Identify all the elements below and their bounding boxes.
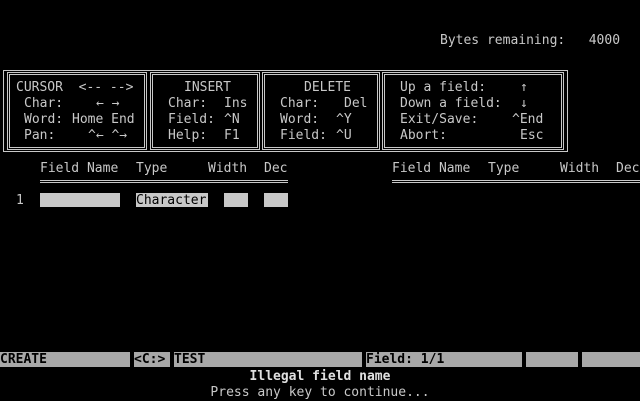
header-type: Type [136, 161, 168, 176]
menu-cursor-word-label: Word: [24, 112, 64, 127]
error-message: Illegal field name [249, 369, 391, 384]
menu-cursor-pan-label: Pan: [24, 128, 56, 143]
menu-cursor-title: CURSOR <-- --> [16, 80, 134, 95]
header-width: Width [208, 161, 248, 176]
menu-cursor-pan-value: ^← ^→ [88, 128, 128, 143]
menu-abort-value: Esc [520, 128, 544, 143]
menu-delete-word-value: ^Y [336, 112, 352, 127]
bytes-remaining: Bytes remaining: 4000 [440, 33, 620, 49]
header-width-right: Width [560, 161, 600, 176]
menu-delete-word-label: Word: [280, 112, 320, 127]
status-drive: <C:> [134, 352, 170, 367]
menu-delete-field-value: ^U [336, 128, 352, 143]
header-field-name: Field Name [40, 161, 119, 176]
menu-cursor-char-value: ← → [96, 96, 120, 111]
menu-cursor-word-value: Home End [72, 112, 135, 127]
status-indicator-2 [582, 352, 640, 367]
row-number: 1 [16, 193, 24, 208]
status-field: Field: 1/1 [366, 352, 522, 367]
header-divider-right [392, 180, 640, 183]
menu-insert-char-value: Ins [224, 96, 248, 111]
field-name-input[interactable] [40, 193, 120, 207]
field-width-input[interactable] [224, 193, 248, 207]
field-type-select[interactable]: Character [136, 193, 208, 207]
bytes-remaining-value: 4000 [588, 33, 621, 48]
menu-abort-label: Abort: [400, 128, 447, 143]
menu-up-field-label: Up a field: [400, 80, 487, 95]
menu-insert-field-value: ^N [224, 112, 240, 127]
up-arrow-icon: ↑ [520, 80, 528, 95]
menu-delete-char-value: Del [344, 96, 368, 111]
header-dec-right: Dec [616, 161, 640, 176]
status-file: TEST [174, 352, 362, 367]
bytes-remaining-label: Bytes remaining: [440, 33, 566, 48]
menu-insert-char-label: Char: [168, 96, 208, 111]
down-arrow-icon: ↓ [520, 96, 528, 111]
menu-insert-title: INSERT [184, 80, 231, 95]
header-dec: Dec [264, 161, 288, 176]
menu-exit-save-label: Exit/Save: [400, 112, 479, 127]
header-type-right: Type [488, 161, 520, 176]
field-dec-input[interactable] [264, 193, 288, 207]
menu-down-field-label: Down a field: [400, 96, 502, 111]
status-indicator-1 [526, 352, 578, 367]
continue-prompt: Press any key to continue... [210, 385, 430, 400]
menu-delete-char-label: Char: [280, 96, 320, 111]
status-mode: CREATE [0, 352, 130, 367]
menu-insert-help-value: F1 [224, 128, 240, 143]
menu-cursor-char-label: Char: [24, 96, 64, 111]
menu-delete-field-label: Field: [280, 128, 327, 143]
header-field-name-right: Field Name [392, 161, 471, 176]
menu-insert-field-label: Field: [168, 112, 215, 127]
header-divider-left [40, 180, 288, 183]
menu-insert-help-label: Help: [168, 128, 208, 143]
menu-exit-save-value: ^End [512, 112, 544, 127]
menu-delete-title: DELETE [304, 80, 351, 95]
